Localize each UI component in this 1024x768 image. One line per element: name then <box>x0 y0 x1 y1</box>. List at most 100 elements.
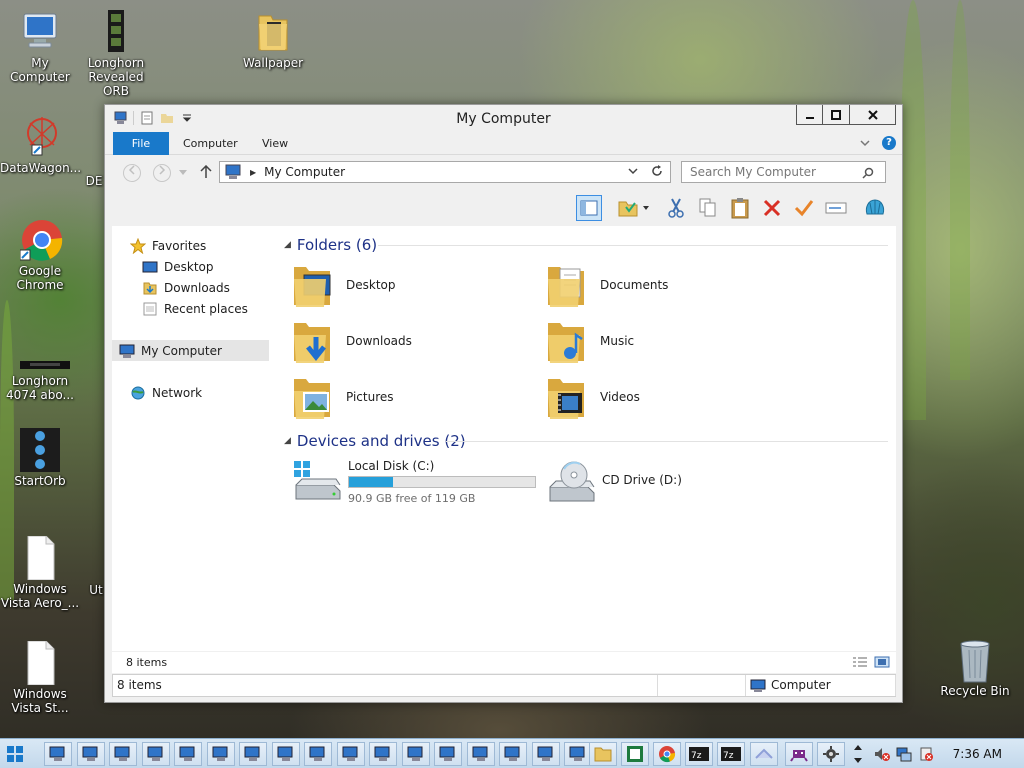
taskbar-window-button[interactable] <box>76 742 105 766</box>
network-button[interactable] <box>862 195 888 221</box>
large-icons-view-icon[interactable] <box>874 656 890 668</box>
recent-locations-icon[interactable] <box>179 170 187 176</box>
taskbar-explorer-button[interactable] <box>589 742 617 766</box>
sidebar-item-my-computer[interactable]: My Computer <box>112 340 269 361</box>
desktop-icon-vista-st[interactable]: Windows Vista St... <box>0 640 80 715</box>
desktop-icon-startorb[interactable]: StartOrb <box>0 428 80 488</box>
back-button[interactable] <box>123 164 141 182</box>
collapse-triangle-icon[interactable]: ◢ <box>284 436 291 446</box>
taskbar-window-button[interactable] <box>174 742 202 766</box>
desktop-icon-wallpaper[interactable]: Wallpaper <box>233 10 313 70</box>
scroll-up-icon[interactable] <box>851 741 865 754</box>
sidebar-item-favorites[interactable]: Favorites <box>130 235 206 256</box>
taskbar-window-button[interactable] <box>564 742 592 766</box>
minimize-button[interactable] <box>796 105 823 125</box>
taskbar-scroll[interactable] <box>851 741 865 767</box>
search-input[interactable]: Search My Computer <box>681 161 886 183</box>
taskbar-window-button[interactable] <box>239 742 267 766</box>
explorer-window[interactable]: My Computer File Computer View ? ▶ My Co… <box>104 104 903 703</box>
desktop-icon-datawagon[interactable]: DataWagon... <box>0 115 81 175</box>
forward-button[interactable] <box>153 164 171 182</box>
expand-ribbon-icon[interactable] <box>860 138 870 148</box>
chevron-down-icon[interactable] <box>628 164 638 178</box>
taskbar-game-button[interactable] <box>785 742 813 766</box>
delete-button[interactable] <box>759 195 785 221</box>
sidebar-item-network[interactable]: Network <box>130 382 202 403</box>
windows-logo-icon <box>7 746 23 762</box>
preview-pane-button[interactable] <box>576 195 602 221</box>
sidebar-item-recent-places[interactable]: Recent places <box>142 298 248 319</box>
folder-tile-pictures[interactable]: Pictures <box>292 373 394 421</box>
collapse-triangle-icon[interactable]: ◢ <box>284 240 291 250</box>
folder-tile-downloads[interactable]: Downloads <box>292 317 412 365</box>
desktop-icon-recycle-bin[interactable]: Recycle Bin <box>935 638 1015 698</box>
group-header-devices[interactable]: ◢ Devices and drives (2) <box>284 432 466 450</box>
desktop-icon-partial-ut[interactable]: Ut <box>86 583 106 597</box>
help-icon[interactable]: ? <box>882 136 896 150</box>
search-icon[interactable] <box>862 167 874 179</box>
tab-computer[interactable]: Computer <box>169 132 252 155</box>
folder-tile-desktop[interactable]: Desktop <box>292 261 396 309</box>
folder-tile-music[interactable]: Music <box>546 317 634 365</box>
taskbar-window-button[interactable] <box>401 742 430 766</box>
taskbar-window-button[interactable] <box>206 742 235 766</box>
taskbar-excel-button[interactable] <box>621 742 649 766</box>
taskbar-window-button[interactable] <box>336 742 365 766</box>
taskbar-window-button[interactable] <box>109 742 137 766</box>
breadcrumb-location[interactable]: My Computer <box>264 165 345 179</box>
desktop-icon-vista-aero[interactable]: Windows Vista Aero_... <box>0 535 80 610</box>
rename-button[interactable] <box>823 195 849 221</box>
downloads-icon <box>143 282 157 294</box>
scroll-down-icon[interactable] <box>851 754 865 767</box>
organize-button[interactable] <box>615 195 653 221</box>
folder-tile-videos[interactable]: Videos <box>546 373 640 421</box>
taskbar-clock[interactable]: 7:36 AM <box>953 747 1002 761</box>
breadcrumb-chevron-icon[interactable]: ▶ <box>250 168 256 177</box>
taskbar-7zip-button-2[interactable]: 7z <box>717 742 745 766</box>
archive-7z-icon: 7z <box>689 747 709 761</box>
group-header-folders[interactable]: ◢ Folders (6) <box>284 236 377 254</box>
taskbar-window-button[interactable] <box>271 742 300 766</box>
taskbar-window-button[interactable] <box>141 742 170 766</box>
speaker-muted-icon[interactable] <box>874 746 890 762</box>
taskbar-window-button[interactable] <box>434 742 462 766</box>
drive-tile-cd-drive[interactable]: CD Drive (D:) <box>542 459 782 509</box>
up-arrow-icon[interactable] <box>200 165 212 179</box>
drive-tile-local-disk[interactable]: Local Disk (C:) 90.9 GB free of 119 GB <box>288 459 536 509</box>
copy-button[interactable] <box>695 195 721 221</box>
refresh-icon[interactable] <box>650 164 664 178</box>
action-center-icon[interactable] <box>918 746 934 762</box>
taskbar-window-button[interactable] <box>369 742 397 766</box>
maximize-icon <box>831 109 841 120</box>
taskbar-window-button[interactable] <box>44 742 72 766</box>
network-status-icon[interactable] <box>896 746 912 762</box>
paste-button[interactable] <box>727 195 753 221</box>
desktop-icon-partial-de[interactable]: DE <box>82 128 106 188</box>
details-view-icon[interactable] <box>852 656 868 668</box>
taskbar-app-button[interactable] <box>750 742 778 766</box>
taskbar-7zip-button[interactable]: 7z <box>685 742 713 766</box>
folder-tile-documents[interactable]: Documents <box>546 261 668 309</box>
desktop-icon-label: Longhorn Revealed ORB <box>87 56 145 98</box>
taskbar-window-button[interactable] <box>304 742 332 766</box>
address-bar[interactable]: ▶ My Computer <box>219 161 671 183</box>
check-button[interactable] <box>791 195 817 221</box>
title-bar[interactable]: My Computer <box>105 105 902 132</box>
desktop-icon-longhorn-4074[interactable]: Longhorn 4074 abo... <box>0 360 80 402</box>
desktop-icon-longhorn-orb[interactable]: Longhorn Revealed ORB <box>76 10 156 98</box>
desktop-icon-my-computer[interactable]: My Computer <box>0 10 80 84</box>
taskbar-window-button[interactable] <box>499 742 527 766</box>
tab-view[interactable]: View <box>248 132 302 155</box>
tab-file[interactable]: File <box>113 132 169 155</box>
start-button[interactable] <box>6 745 24 766</box>
sidebar-item-desktop[interactable]: Desktop <box>142 256 214 277</box>
desktop-icon-google-chrome[interactable]: Google Chrome <box>0 218 80 292</box>
taskbar-window-button[interactable] <box>466 742 495 766</box>
taskbar-chrome-button[interactable] <box>653 742 681 766</box>
taskbar-window-button[interactable] <box>531 742 560 766</box>
taskbar-tools-button[interactable] <box>817 742 845 766</box>
maximize-button[interactable] <box>823 105 850 125</box>
close-button[interactable] <box>850 105 896 125</box>
sidebar-item-downloads[interactable]: Downloads <box>142 277 230 298</box>
cut-button[interactable] <box>663 195 689 221</box>
